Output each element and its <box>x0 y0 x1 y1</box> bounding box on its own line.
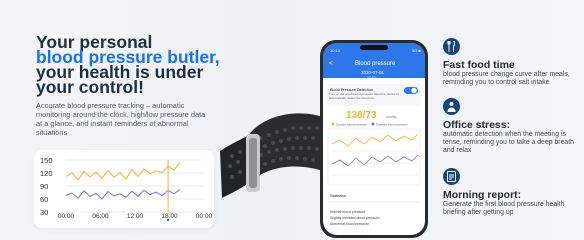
feature-text: blood pressure change curve after meals,… <box>443 71 570 86</box>
feature-title: Fast food time <box>443 59 515 71</box>
detection-desc: Turn on the timed blood pressure detecti… <box>329 93 399 100</box>
legend-low: Diastolic blood pressure <box>376 123 408 127</box>
feature-morning-report: Morning report: Generate the first blood… <box>443 168 583 217</box>
phone-subdate: 08:00 <box>367 76 376 80</box>
headline-line-4: your control! <box>36 77 144 97</box>
feature-title: Morning report: <box>443 189 522 201</box>
bp-reading: 138/73 <box>346 110 377 121</box>
stat-label: Statistics <box>330 193 346 198</box>
hero-description: Accurate blood pressure tracking – autom… <box>36 101 206 137</box>
x-tick-label: 18:00 <box>161 213 178 220</box>
feature-text: Generate the first blood pressure health… <box>443 201 565 216</box>
fork-knife-icon <box>443 38 460 55</box>
legend-high: Systolic blood pressure <box>336 123 367 127</box>
feature-title: Office stress: <box>443 119 511 131</box>
stat-row-normal: Normal blood pressure <box>330 210 365 214</box>
hero-headline: Your personal blood pressure butler, you… <box>36 33 226 97</box>
bp-chart-card: 150 120 90 60 30 00:00 06:00 12:00 18:00 00:00 <box>34 150 214 228</box>
detection-label: Blood Pressure Detection <box>330 88 373 92</box>
feature-office-stress: Office stress: automatic detection when … <box>443 98 583 155</box>
bp-reading-unit: mmHg <box>386 115 396 119</box>
back-button[interactable]: < <box>329 61 333 67</box>
series-line-0 <box>65 161 181 181</box>
series-line-1 <box>65 189 181 200</box>
phone-date: 2020-07-01 <box>361 70 385 75</box>
y-tick-label: 90 <box>40 182 48 191</box>
x-tick-label: 12:00 <box>127 213 144 220</box>
phone-mini-chart <box>327 128 421 186</box>
device-illustration: 10:14 5G ■ < Blood pressure 2020-07-01 0… <box>218 38 433 240</box>
stat-row-elevated: Slightly elevated blood pressure <box>330 216 380 220</box>
y-tick-label: 120 <box>40 169 53 178</box>
feature-fast-food: Fast food time blood pressure change cur… <box>443 38 583 87</box>
phone-status-time: 10:14 <box>330 48 341 53</box>
x-tick-label: 06:00 <box>92 213 109 220</box>
office-worker-icon <box>443 98 460 115</box>
y-tick-label: 60 <box>40 195 48 204</box>
report-icon <box>443 168 460 185</box>
feature-text: automatic detection when the meeting is … <box>443 131 575 154</box>
x-tick-label: 00:00 <box>58 213 75 220</box>
bp-line-chart: 150 120 90 60 30 00:00 06:00 12:00 18:00 00:00 <box>40 156 213 222</box>
watch-and-phone-illustration: 10:14 5G ■ < Blood pressure 2020-07-01 0… <box>220 40 428 238</box>
x-tick-label: 00:00 <box>196 213 213 220</box>
stat-row-abnormal: Abnormal blood pressure <box>330 222 369 226</box>
y-tick-label: 30 <box>40 208 48 217</box>
phone: 10:14 5G ■ < Blood pressure 2020-07-01 0… <box>320 40 428 238</box>
hero-text: Your personal blood pressure butler, you… <box>36 33 226 137</box>
y-tick-label: 150 <box>40 156 53 165</box>
phone-page-title: Blood pressure <box>355 61 396 67</box>
phone-status-right: 5G ■ <box>412 48 421 53</box>
